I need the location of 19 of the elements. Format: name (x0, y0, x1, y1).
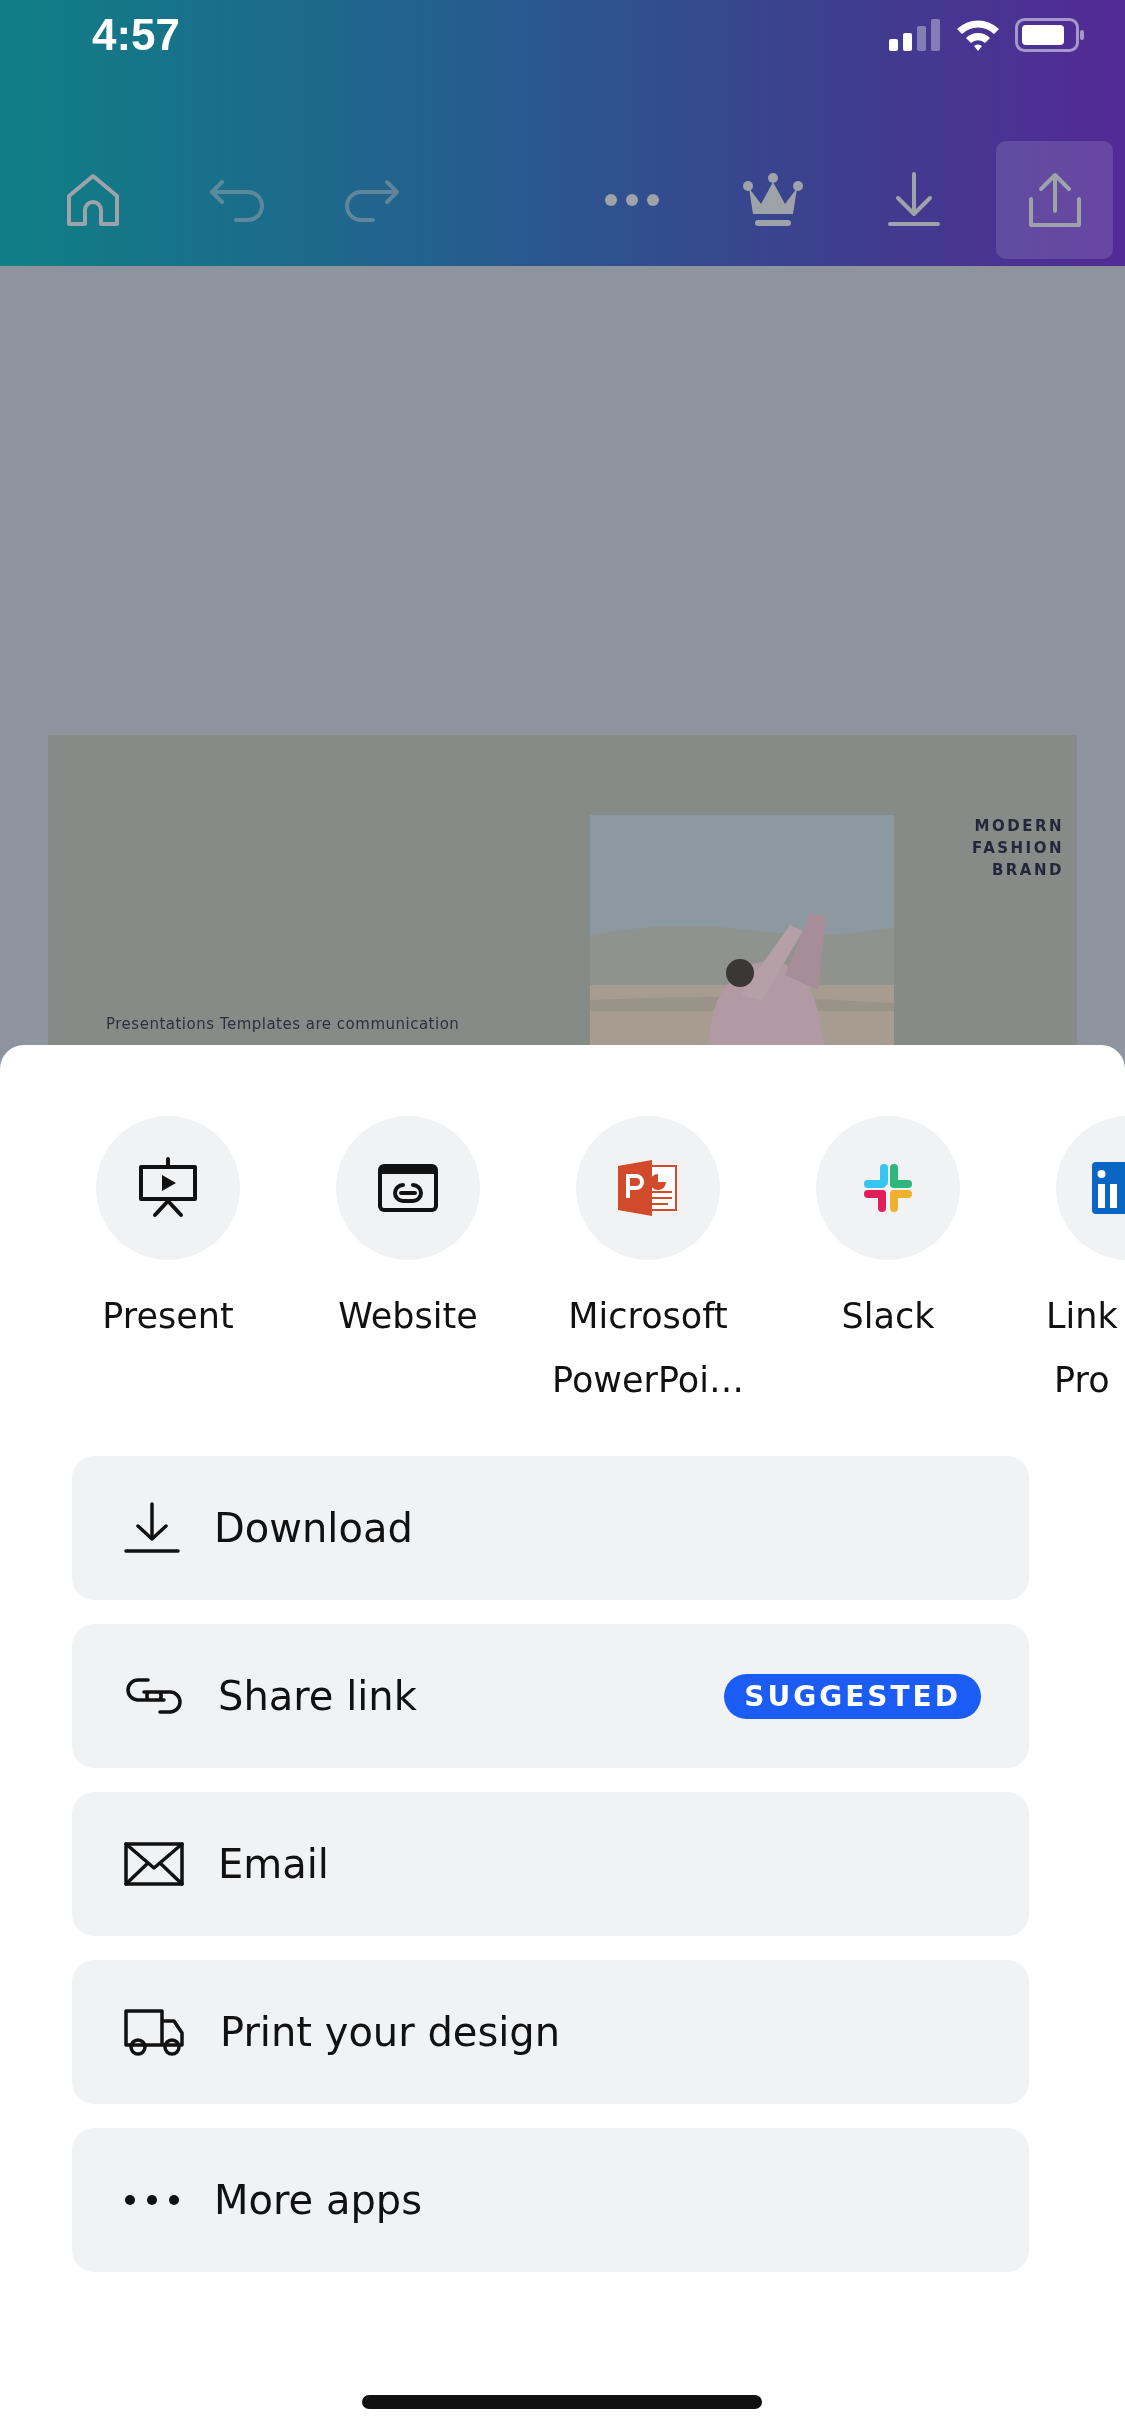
app-label: Microsoft PowerPoi… (551, 1295, 745, 1402)
option-label: More apps (214, 2177, 423, 2223)
option-label: Download (214, 1505, 414, 1551)
share-option[interactable]: Print your design (72, 1960, 1029, 2104)
share-option[interactable]: More apps (72, 2128, 1029, 2272)
share-option[interactable]: Download (72, 1456, 1029, 1600)
suggested-badge: SUGGESTED (724, 1673, 981, 1719)
option-label: Print your design (220, 2009, 562, 2055)
option-label: Email (218, 1841, 330, 1887)
app-label: Present (101, 1295, 235, 1338)
slide-body-text: Presentations Templates are communication (106, 1015, 461, 1033)
app-label: Link Pro (1046, 1295, 1118, 1402)
slide-title: MODERN FASHION BRAND (971, 816, 1064, 881)
option-label: Share link (218, 1673, 418, 1719)
share-option[interactable]: Share link SUGGESTED (72, 1624, 1029, 1768)
app-label: Website (337, 1295, 479, 1338)
share-option[interactable]: Email (72, 1792, 1029, 1936)
app-label: Slack (840, 1295, 936, 1338)
status-time: 4:57 (92, 9, 181, 60)
